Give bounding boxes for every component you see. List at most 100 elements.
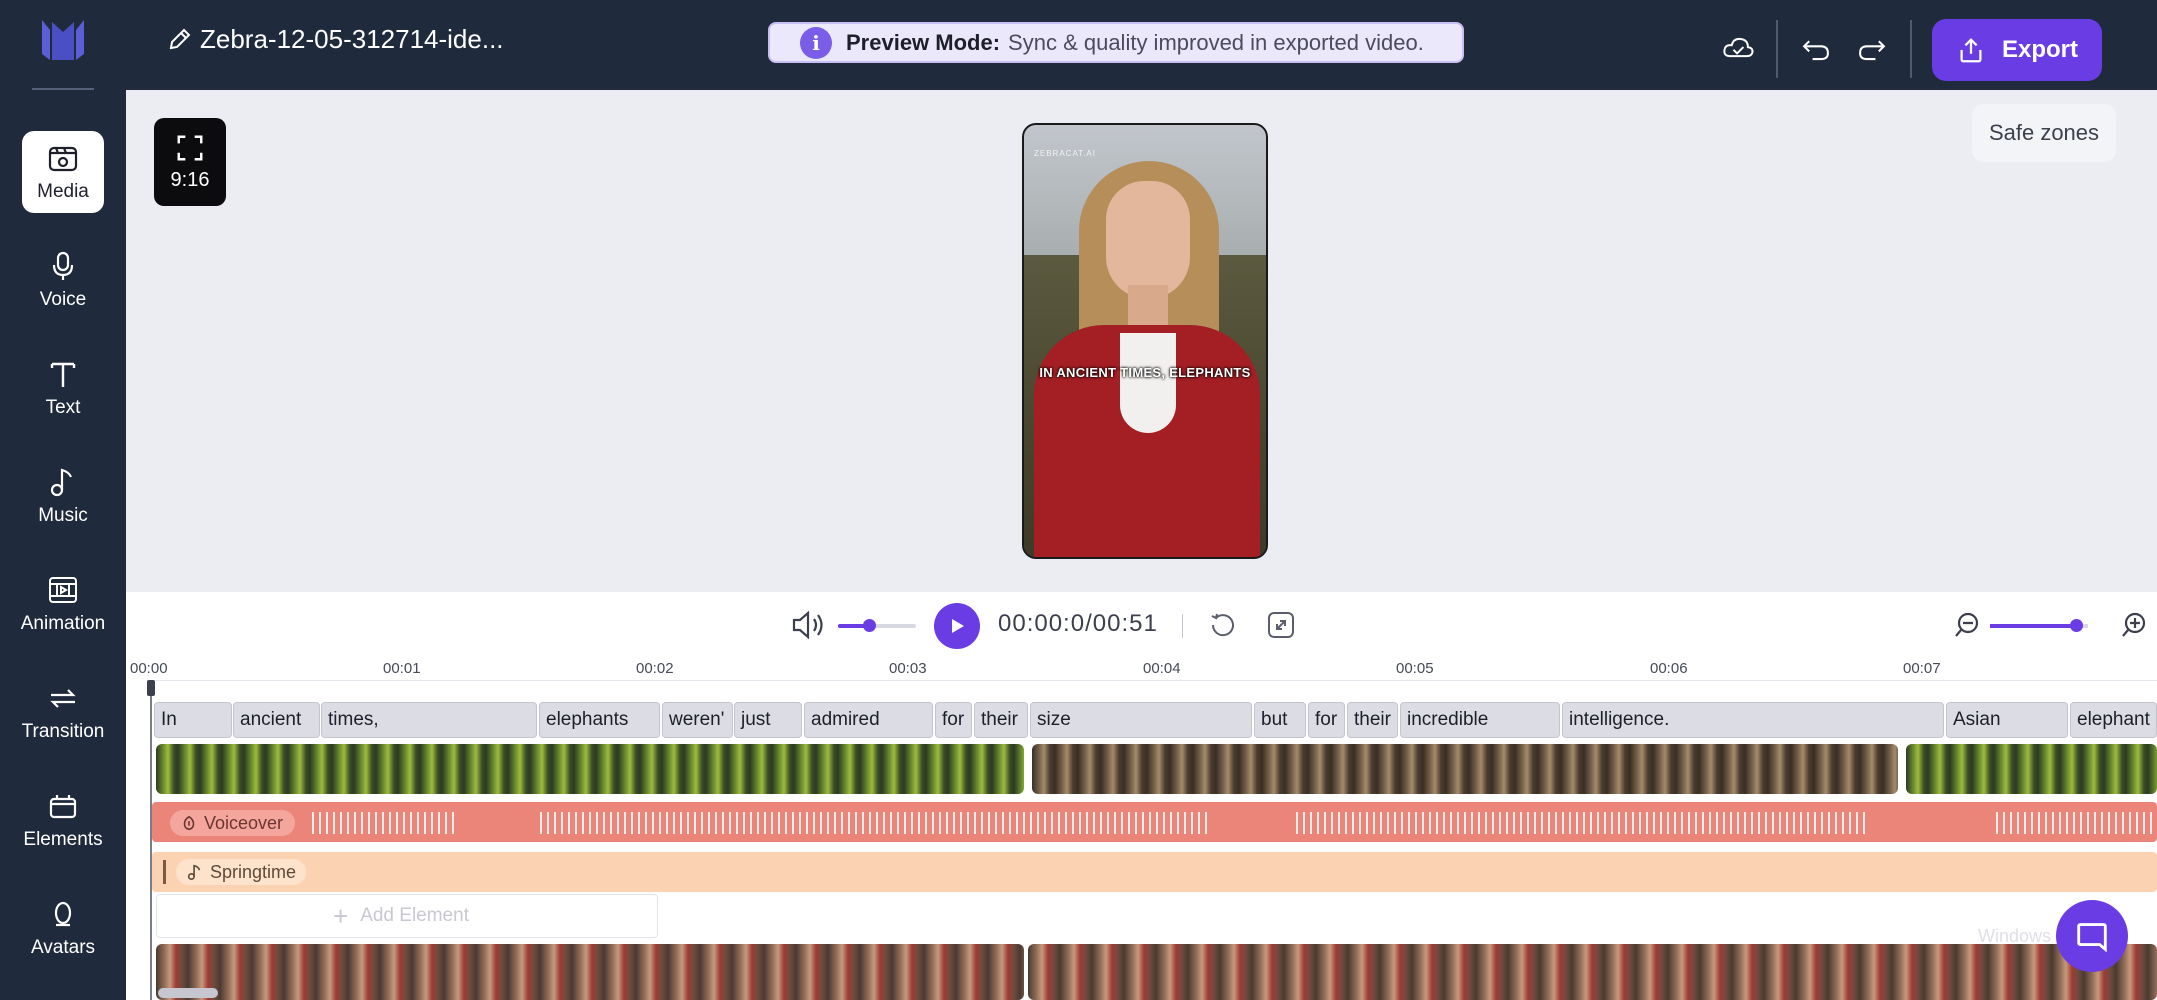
- ruler-tick-label: 00:06: [1650, 660, 1688, 677]
- presenter-shirt: [1120, 333, 1176, 433]
- cloud-save-icon[interactable]: [1718, 28, 1758, 68]
- app-logo-icon[interactable]: [38, 14, 88, 64]
- caption-word-chip[interactable]: for: [1308, 702, 1345, 738]
- sidebar-item-label: Transition: [21, 721, 105, 742]
- caption-word-chip[interactable]: intelligence.: [1562, 702, 1944, 738]
- replay-icon[interactable]: [1208, 610, 1238, 640]
- music-track-handle[interactable]: [163, 860, 166, 884]
- animation-icon: [49, 577, 77, 603]
- safe-zones-button[interactable]: Safe zones: [1972, 104, 2116, 162]
- sidebar-item-label: Avatars: [30, 937, 96, 958]
- timeline-ruler: [150, 680, 2157, 681]
- sidebar-item-animation[interactable]: Animation: [20, 563, 106, 645]
- ruler-tick-label: 00:00: [130, 660, 168, 677]
- export-button[interactable]: Export: [1932, 19, 2102, 81]
- caption-word-chip[interactable]: times,: [321, 702, 537, 738]
- sidebar-item-label: Animation: [20, 613, 106, 634]
- redo-icon[interactable]: [1852, 28, 1892, 68]
- timecode: 00:00:0/00:51: [998, 610, 1158, 637]
- sidebar-item-voice[interactable]: Voice: [22, 239, 104, 321]
- caption-word-chip[interactable]: just: [734, 702, 802, 738]
- video-preview[interactable]: ZEBRACAT.AI IN ANCIENT TIMES, ELEPHANTS: [1022, 123, 1268, 559]
- ruler-tick-label: 00:05: [1396, 660, 1434, 677]
- playhead-handle[interactable]: [147, 680, 155, 696]
- preview-mode-text: Sync & quality improved in exported vide…: [1008, 29, 1424, 55]
- caption-word-chip[interactable]: incredible: [1400, 702, 1560, 738]
- music-label-chip[interactable]: Springtime: [176, 859, 307, 885]
- avatar-icon: [54, 901, 72, 927]
- sidebar-item-label: Music: [38, 505, 88, 526]
- sidebar-item-label: Text: [45, 397, 81, 418]
- preview-mode-title: Preview Mode:: [846, 29, 1001, 55]
- microphone-icon: [52, 251, 74, 280]
- presenter-face: [1106, 181, 1190, 299]
- music-note-icon: [50, 468, 73, 497]
- voiceover-waveform: [540, 812, 1210, 834]
- chat-button[interactable]: [2056, 900, 2128, 972]
- sidebar-item-label: Voice: [39, 289, 87, 310]
- voiceover-waveform: [1996, 812, 2157, 834]
- project-name-text: Zebra-12-05-312714-ide...: [200, 23, 504, 54]
- avatar-clip[interactable]: [156, 944, 1024, 1000]
- caption-word-chip[interactable]: elephant: [2070, 702, 2157, 738]
- caption-word-chip[interactable]: their: [974, 702, 1028, 738]
- music-label: Springtime: [210, 861, 297, 882]
- undo-icon[interactable]: [1796, 28, 1836, 68]
- fullscreen-icon: [177, 135, 203, 160]
- zoom-in-icon[interactable]: [2120, 611, 2148, 639]
- volume-icon[interactable]: [790, 608, 828, 642]
- play-button[interactable]: [934, 603, 980, 649]
- video-clip[interactable]: [1906, 744, 2157, 794]
- sidebar-item-label: Media: [37, 181, 89, 202]
- export-label: Export: [2001, 36, 2078, 63]
- caption-word-chip[interactable]: admired: [804, 702, 933, 738]
- video-clip[interactable]: [156, 744, 1024, 794]
- add-element-button[interactable]: + Add Element: [156, 894, 658, 938]
- safe-zones-label: Safe zones: [1988, 120, 2100, 145]
- sidebar-item-media[interactable]: Media: [22, 131, 104, 213]
- sidebar-item-elements[interactable]: Elements: [22, 779, 104, 861]
- add-element-label: Add Element: [360, 905, 469, 926]
- caption-word-chip[interactable]: In: [154, 702, 232, 738]
- caption-word-chip[interactable]: elephants: [539, 702, 660, 738]
- chat-icon: [2077, 923, 2107, 953]
- sidebar-item-label: Elements: [23, 829, 103, 850]
- volume-slider[interactable]: [838, 624, 916, 628]
- aspect-ratio-button[interactable]: 9:16: [154, 118, 226, 206]
- sidebar-item-avatars[interactable]: Avatars: [22, 887, 104, 969]
- ruler-tick-label: 00:04: [1143, 660, 1181, 677]
- caption-word-chip[interactable]: size: [1030, 702, 1252, 738]
- music-track[interactable]: [152, 852, 2157, 892]
- voiceover-label-chip[interactable]: Voiceover: [170, 810, 296, 836]
- sidebar-item-transition[interactable]: Transition: [22, 671, 104, 753]
- ruler-tick-label: 00:03: [889, 660, 927, 677]
- video-caption: IN ANCIENT TIMES, ELEPHANTS: [1039, 365, 1251, 380]
- caption-word-chip[interactable]: but: [1254, 702, 1306, 738]
- zoom-out-icon[interactable]: [1953, 611, 1981, 639]
- timeline-scrollbar[interactable]: [158, 988, 218, 998]
- caption-word-chip[interactable]: for: [935, 702, 972, 738]
- sidebar-item-text[interactable]: Text: [22, 347, 104, 429]
- upload-icon: [1960, 38, 1982, 63]
- avatar-clip[interactable]: [1028, 944, 2157, 1000]
- sidebar-item-music[interactable]: Music: [22, 455, 104, 537]
- plus-icon: +: [333, 900, 349, 931]
- playhead[interactable]: [150, 680, 152, 1000]
- text-icon: [50, 362, 76, 387]
- info-icon: i: [800, 26, 832, 59]
- expand-icon[interactable]: [1266, 610, 1296, 640]
- voiceover-label: Voiceover: [204, 812, 284, 833]
- caption-word-chip[interactable]: ancient: [233, 702, 320, 738]
- caption-word-chip[interactable]: their: [1347, 702, 1398, 738]
- windows-watermark: Windows: [1978, 926, 2052, 946]
- caption-word-chip[interactable]: weren': [662, 702, 733, 738]
- toolbar-divider: [1776, 20, 1778, 78]
- ruler-tick-label: 00:01: [383, 660, 421, 677]
- project-name[interactable]: Zebra-12-05-312714-ide...: [166, 22, 504, 56]
- voiceover-waveform: [1296, 812, 1866, 834]
- ruler-tick-label: 00:02: [636, 660, 674, 677]
- media-icon: [48, 146, 78, 172]
- video-clip[interactable]: [1032, 744, 1898, 794]
- caption-word-chip[interactable]: Asian: [1946, 702, 2068, 738]
- aspect-ratio-label: 9:16: [170, 168, 210, 191]
